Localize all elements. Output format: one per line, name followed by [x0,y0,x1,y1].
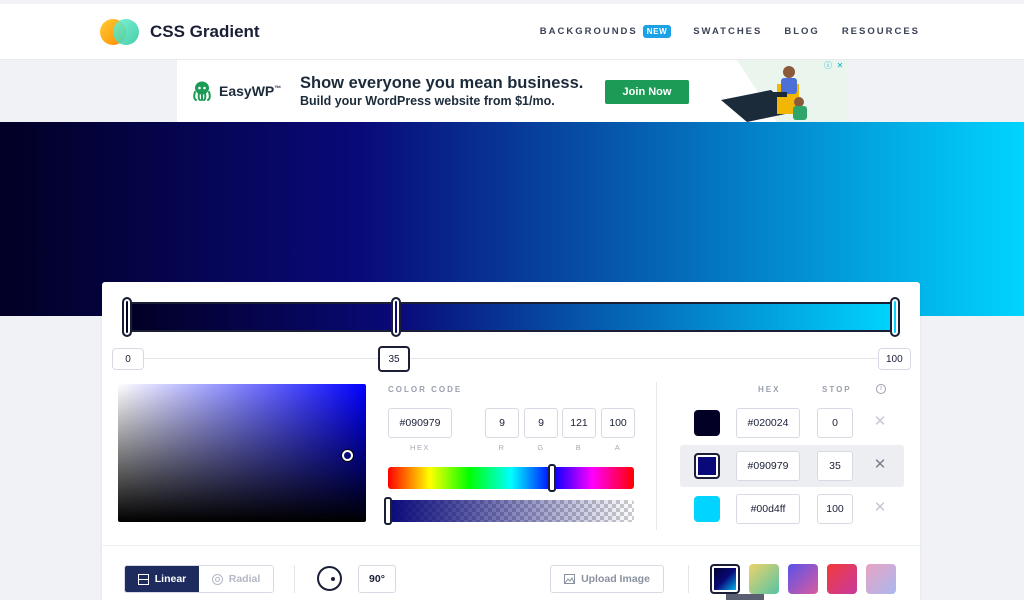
position-track [122,358,900,359]
position-input-0[interactable]: 0 [112,348,144,370]
panel-separator [102,545,920,546]
radial-icon [211,573,223,585]
logo-icon [100,19,140,45]
linear-icon [137,573,149,585]
nav-blog[interactable]: BLOG [784,26,819,37]
a-input[interactable]: 100 [601,408,635,438]
new-badge: NEW [642,25,672,38]
ad-headline: Show everyone you mean business. [300,74,584,92]
delete-stop-icon[interactable]: ✕ [872,500,888,516]
site-logo[interactable]: CSS Gradient [100,19,260,45]
ad-close-icon[interactable]: ✕ [835,61,845,71]
ad-join-button[interactable]: Join Now [605,80,689,104]
nav-swatches[interactable]: SWATCHES [693,26,762,37]
alpha-slider-handle[interactable] [384,497,392,525]
main-nav: BACKGROUNDS NEW SWATCHES BLOG RESOURCES [540,25,920,38]
angle-input[interactable]: 90° [358,565,396,593]
nav-resources[interactable]: RESOURCES [842,26,920,37]
radial-button[interactable]: Radial [199,566,273,592]
ad-banner[interactable]: EasyWP™ Show everyone you mean business.… [177,60,847,122]
stop-position-input[interactable]: 35 [817,451,853,481]
preset-swatch-purple[interactable] [788,564,818,594]
info-icon[interactable]: i [876,384,886,394]
stop-handle-100[interactable] [890,297,900,337]
color-code-label: COLOR CODE [388,385,463,394]
stops-hex-header: HEX [758,385,781,394]
logo-text: CSS Gradient [150,22,260,41]
ad-brand: EasyWP™ [219,83,282,99]
stop-position-input[interactable]: 100 [817,494,853,524]
stop-color-swatch[interactable] [694,453,720,479]
stops-stop-header: STOP [822,385,852,394]
site-header: CSS Gradient BACKGROUNDS NEW SWATCHES BLO… [0,0,1024,60]
panel-divider [656,382,657,530]
upload-label: Upload Image [581,573,650,585]
alpha-slider[interactable] [388,500,634,522]
r-label: R [498,443,506,452]
image-icon [564,574,576,584]
ad-info-icon[interactable]: ⓘ [823,61,833,71]
preset-tooltip-tab [726,594,764,600]
hue-slider-handle[interactable] [548,464,556,492]
preset-swatch-pastel[interactable] [866,564,896,594]
angle-dial-icon[interactable] [317,566,342,591]
octopus-icon [193,81,211,101]
stop-color-swatch[interactable] [694,410,720,436]
stop-hex-input[interactable]: #00d4ff [736,494,800,524]
stop-handle-0[interactable] [122,297,132,337]
preset-swatch-navy-cyan[interactable] [710,564,740,594]
b-input[interactable]: 121 [562,408,596,438]
gradient-editor-panel: 0 35 100 COLOR CODE #090979 9 9 121 100 … [102,282,920,600]
saturation-picker-knob[interactable] [342,450,353,461]
stop-row-0[interactable]: #020024 0 ✕ [680,402,904,444]
a-label: A [614,443,622,452]
stop-row-100[interactable]: #00d4ff 100 ✕ [680,488,904,530]
r-input[interactable]: 9 [485,408,519,438]
stop-position-input[interactable]: 0 [817,408,853,438]
delete-stop-icon[interactable]: ✕ [872,457,888,473]
stop-color-swatch[interactable] [694,496,720,522]
stop-row-35[interactable]: #090979 35 ✕ [680,445,904,487]
color-saturation-picker[interactable] [118,384,366,522]
stop-hex-input[interactable]: #020024 [736,408,800,438]
upload-image-button[interactable]: Upload Image [550,565,664,593]
stop-handle-35[interactable] [391,297,401,337]
position-input-35[interactable]: 35 [378,346,410,372]
preset-swatch-red-pink[interactable] [827,564,857,594]
linear-button[interactable]: Linear [125,566,199,592]
radial-label: Radial [228,573,261,585]
ad-logo: EasyWP™ [191,81,281,101]
ad-choices[interactable]: ⓘ ✕ [823,61,845,71]
stop-hex-input[interactable]: #090979 [736,451,800,481]
hex-label: HEX [410,443,430,452]
toolbar-separator [688,565,689,593]
delete-stop-icon[interactable]: ✕ [872,414,888,430]
g-input[interactable]: 9 [524,408,558,438]
position-input-100[interactable]: 100 [878,348,911,370]
hex-input[interactable]: #090979 [388,408,452,438]
toolbar-separator [294,565,295,593]
g-label: G [537,443,545,452]
hue-slider[interactable] [388,467,634,489]
gradient-type-toggle: Linear Radial [124,565,274,593]
ad-subline: Build your WordPress website from $1/mo. [300,94,555,108]
preset-swatch-green-yellow[interactable] [749,564,779,594]
nav-backgrounds[interactable]: BACKGROUNDS NEW [540,25,672,38]
b-label: B [575,443,583,452]
linear-label: Linear [154,573,187,585]
gradient-stop-bar[interactable] [127,302,895,332]
